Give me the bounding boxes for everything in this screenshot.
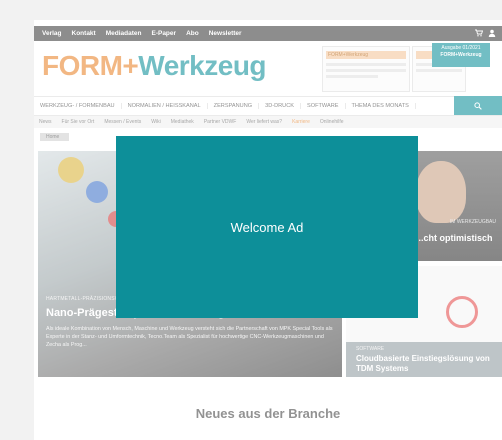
welcome-ad[interactable]: Welcome Ad <box>116 136 418 318</box>
welcome-ad-label: Welcome Ad <box>230 219 304 235</box>
